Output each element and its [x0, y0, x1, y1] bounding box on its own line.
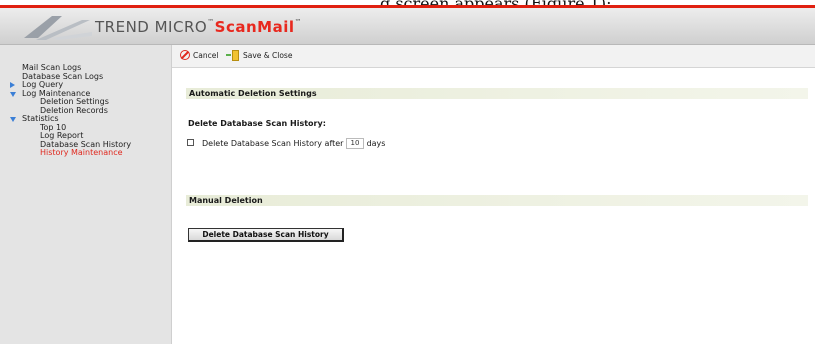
app-title: TREND MICRO™ScanMail™ — [95, 18, 302, 36]
delete-history-subheading: Delete Database Scan History: — [188, 119, 326, 128]
days-input[interactable]: 10 — [346, 138, 365, 149]
collapse-arrow-icon[interactable] — [10, 91, 16, 97]
brand-name: TREND MICRO — [95, 18, 208, 36]
collapse-arrow-icon[interactable] — [10, 117, 16, 122]
sidebar-item-database-scan-logs[interactable]: Database Scan Logs — [0, 72, 131, 82]
cancel-icon — [180, 50, 190, 60]
save-close-button[interactable]: Save & Close — [226, 50, 292, 61]
delete-history-checkbox-label: Delete Database Scan History after 10 da… — [202, 138, 386, 149]
sidebar-nav: Mail Scan Logs Database Scan Logs Log Qu… — [0, 63, 131, 158]
app-header: TREND MICRO™ScanMail™ — [0, 8, 815, 45]
sidebar-item-history-maintenance[interactable]: History Maintenance — [0, 148, 131, 158]
sidebar: Mail Scan Logs Database Scan Logs Log Qu… — [0, 45, 172, 344]
save-close-icon — [226, 50, 240, 61]
main-content: Automatic Deletion Settings Delete Datab… — [172, 67, 815, 344]
section-header-manual-deletion: Manual Deletion — [186, 195, 808, 206]
cancel-button[interactable]: Cancel — [180, 50, 218, 60]
sidebar-item-deletion-records[interactable]: Deletion Records — [0, 106, 131, 116]
trend-micro-logo-icon — [24, 16, 92, 40]
expand-arrow-icon[interactable] — [10, 82, 15, 88]
delete-history-checkbox[interactable] — [187, 139, 194, 146]
product-name: ScanMail — [214, 18, 295, 36]
delete-database-scan-history-button[interactable]: Delete Database Scan History — [188, 228, 344, 242]
section-header-automatic-deletion: Automatic Deletion Settings — [186, 88, 808, 99]
toolbar: Cancel Save & Close — [172, 45, 815, 68]
